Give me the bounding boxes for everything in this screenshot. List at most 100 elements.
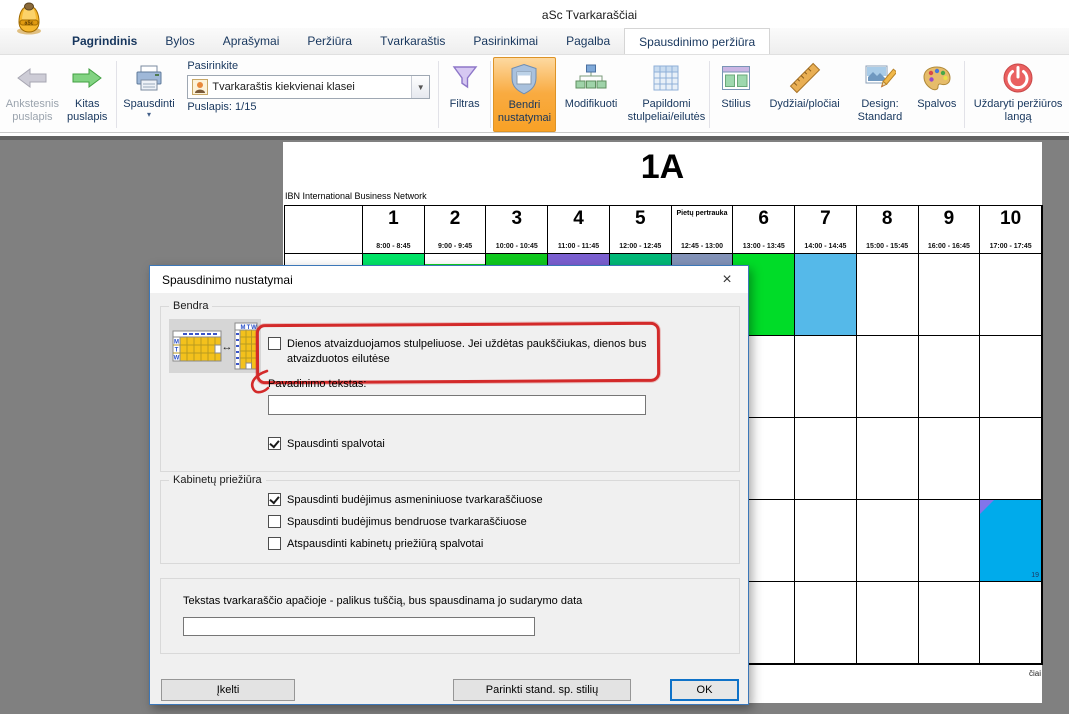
title-text-input[interactable] <box>268 395 646 415</box>
timetable-cell <box>919 500 981 582</box>
design-label: Design: Standard <box>849 98 912 124</box>
print-color-label: Spausdinti spalvotai <box>287 437 385 452</box>
svg-text:W: W <box>251 325 257 331</box>
tab-bylos[interactable]: Bylos <box>151 28 208 54</box>
timetable-cell <box>857 500 919 582</box>
timetable-cell <box>795 500 857 582</box>
extra-columns-label: Papildomi stulpeliai/eilutės <box>626 98 706 124</box>
filter-button[interactable]: Filtras <box>441 57 488 132</box>
window-title: aSc Tvarkaraščiai <box>110 8 1069 22</box>
days-in-columns-checkbox[interactable] <box>268 337 281 350</box>
print-settings-dialog: Spausdinimo nustatymai × Bendra <box>149 265 749 705</box>
sizes-widths-button[interactable]: Dydžiai/pločiai <box>761 57 849 132</box>
load-button[interactable]: Įkelti <box>161 679 295 701</box>
close-preview-button[interactable]: Uždaryti peržiūros langą <box>967 57 1069 132</box>
select-report-caption: Pasirinkite <box>187 60 430 72</box>
period-header-10: 1017:00 - 17:45 <box>980 206 1042 254</box>
tab-spausdinimo-per-i-ra[interactable]: Spausdinimo peržiūra <box>624 28 770 54</box>
timetable-cell <box>919 418 981 500</box>
timetable-cell <box>919 254 981 336</box>
print-color-checkbox[interactable] <box>268 437 281 450</box>
group-kabinetu: Kabinetų priežiūra Spausdinti budėjimus … <box>160 480 740 564</box>
ruler-icon <box>788 60 822 96</box>
page-footer-partial: čiai <box>1029 669 1041 678</box>
print-dropdown-caret[interactable]: ▾ <box>147 111 151 119</box>
select-report-panel: Pasirinkite Tvarkaraštis kiekvienai klas… <box>179 57 436 132</box>
next-page-button[interactable]: Kitas puslapis <box>61 57 114 132</box>
arrow-left-icon <box>14 60 50 96</box>
app-window: aSc aSc Tvarkaraščiai PagrindinisBylosAp… <box>0 0 1069 714</box>
days-in-columns-label: Dienos atvaizduojamos stulpeliuose. Jei … <box>287 337 719 367</box>
next-page-label: Kitas puslapis <box>61 98 114 124</box>
title-bar: aSc aSc Tvarkaraščiai <box>0 0 1069 28</box>
period-header-5: 512:00 - 12:45 <box>610 206 672 254</box>
period-header-8: 815:00 - 15:45 <box>857 206 919 254</box>
timetable-cell <box>857 418 919 500</box>
colors-button[interactable]: Spalvos <box>911 57 962 132</box>
print-button[interactable]: Spausdinti ▾ <box>119 57 180 132</box>
svg-text:T: T <box>247 325 251 331</box>
tab-pagrindinis[interactable]: Pagrindinis <box>58 28 151 54</box>
general-settings-label: Bendri nustatymai <box>494 99 555 125</box>
style-button[interactable]: Stilius <box>712 57 761 132</box>
period-header-7: 714:00 - 14:45 <box>795 206 857 254</box>
checkbox-atspausdinti-kabinet-prie-i-r-spalvotai[interactable] <box>268 537 281 550</box>
modify-button[interactable]: Modifikuoti <box>556 57 627 132</box>
tab-apra-ymai[interactable]: Aprašymai <box>209 28 294 54</box>
kabinetu-option-row: Spausdinti budėjimus asmeniniuose tvarka… <box>268 493 543 508</box>
kabinetu-option-row: Spausdinti budėjimus bendruose tvarkaraš… <box>268 515 527 530</box>
extra-columns-button[interactable]: Papildomi stulpeliai/eilutės <box>626 57 706 132</box>
corner-triangle <box>980 500 994 514</box>
prev-page-button[interactable]: Ankstesnis puslapis <box>4 57 61 132</box>
tab-pasirinkimai[interactable]: Pasirinkimai <box>459 28 552 54</box>
palette-icon <box>922 60 952 96</box>
school-name: IBN International Business Network <box>285 191 427 201</box>
layout-style-icon <box>721 60 751 96</box>
checkbox-spausdinti-bud-jimus-bendruose-tvarkara-[interactable] <box>268 515 281 528</box>
sizes-widths-label: Dydžiai/pločiai <box>769 98 839 111</box>
org-chart-icon <box>574 60 608 96</box>
page-indicator: Puslapis: 1/15 <box>187 101 430 113</box>
toolbar-separator <box>709 61 710 128</box>
timetable-cell[interactable] <box>795 254 857 336</box>
checkbox-spausdinti-bud-jimus-asmeniniuose-tvarka[interactable] <box>268 493 281 506</box>
filter-label: Filtras <box>450 98 480 111</box>
report-type-combobox[interactable]: Tvarkaraštis kiekvienai klasei ▼ <box>187 75 430 99</box>
tab-per-i-ra[interactable]: Peržiūra <box>293 28 366 54</box>
funnel-icon <box>450 60 480 96</box>
tab-tvarkara-tis[interactable]: Tvarkaraštis <box>366 28 459 54</box>
picture-pencil-icon <box>864 60 896 96</box>
timetable-cell[interactable]: 19 <box>980 500 1042 582</box>
power-close-icon <box>1001 60 1035 96</box>
timetable-cell <box>980 336 1042 418</box>
design-button[interactable]: Design: Standard <box>849 57 912 132</box>
timetable-cell <box>857 254 919 336</box>
asc-bell-icon[interactable]: aSc <box>13 2 45 41</box>
footer-text-input[interactable] <box>183 617 535 636</box>
period-header-2: 29:00 - 9:45 <box>425 206 487 254</box>
close-icon[interactable]: × <box>706 266 748 293</box>
timetable-cell <box>795 582 857 664</box>
svg-text:M: M <box>241 325 246 331</box>
period-header-4: 411:00 - 11:45 <box>548 206 610 254</box>
shield-settings-icon <box>509 61 539 97</box>
days-in-columns-row: Dienos atvaizduojamos stulpeliuose. Jei … <box>268 337 719 367</box>
combobox-dropdown-arrow[interactable]: ▼ <box>411 76 429 98</box>
class-teacher-icon <box>192 79 208 95</box>
tab-pagalba[interactable]: Pagalba <box>552 28 624 54</box>
class-title: 1A <box>283 148 1042 187</box>
general-settings-button[interactable]: Bendri nustatymai <box>493 57 556 132</box>
period-header-3: 310:00 - 10:45 <box>486 206 548 254</box>
partial-label: 19 <box>1031 572 1039 579</box>
group-footer-text: Tekstas tvarkaraščio apačioje - palikus … <box>160 578 740 654</box>
timetable-cell <box>795 336 857 418</box>
timetable-cell <box>919 336 981 418</box>
pick-standard-style-button[interactable]: Parinkti stand. sp. stilių <box>453 679 631 701</box>
ok-button[interactable]: OK <box>670 679 739 701</box>
modify-label: Modifikuoti <box>565 98 618 111</box>
svg-text:W: W <box>174 356 180 362</box>
timetable-cell <box>980 418 1042 500</box>
report-type-value: Tvarkaraštis kiekvienai klasei <box>212 81 354 93</box>
timetable-cell <box>980 582 1042 664</box>
tab-bar: PagrindinisBylosAprašymaiPeržiūraTvarkar… <box>0 28 1069 55</box>
